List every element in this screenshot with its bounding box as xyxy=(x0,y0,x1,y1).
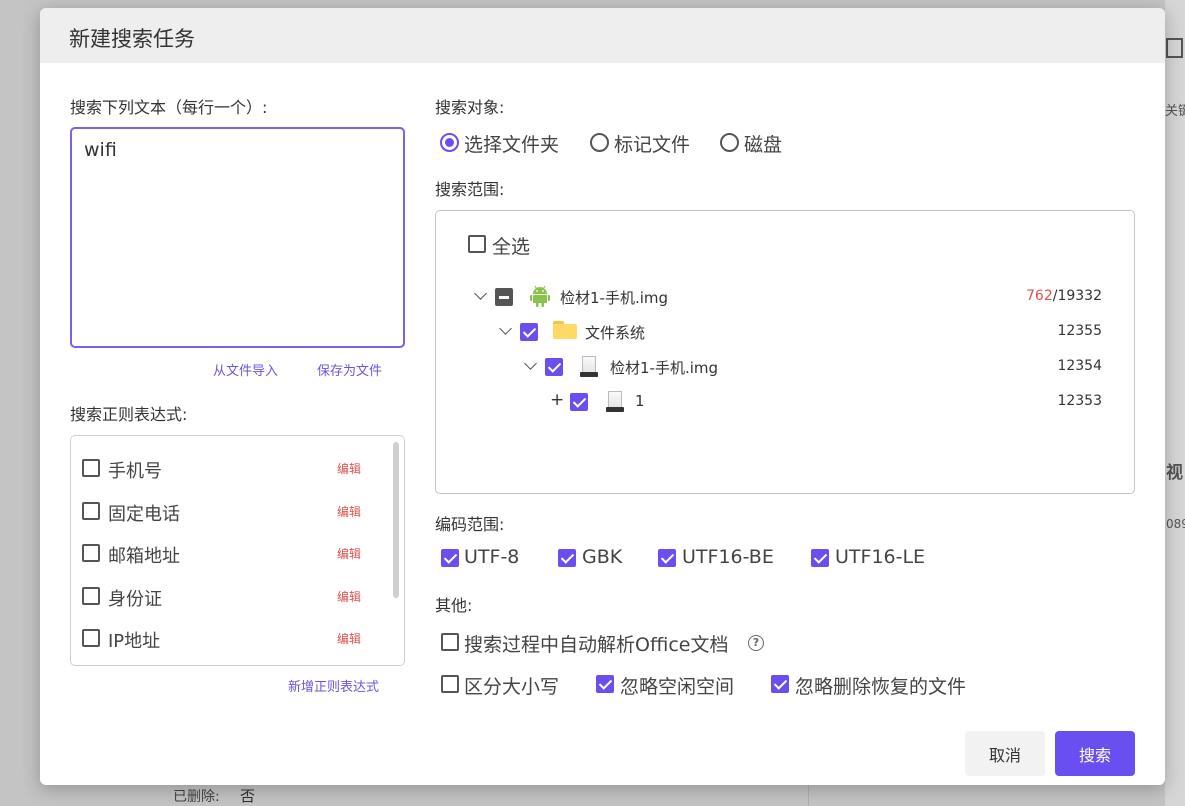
case-sensitive-checkbox[interactable] xyxy=(441,675,459,693)
disk-icon xyxy=(606,391,624,412)
tree-node-image-partition-label[interactable]: 检材1-手机.img xyxy=(610,357,718,378)
tree-checkbox-filesystem[interactable] xyxy=(520,323,538,341)
total-count: /19332 xyxy=(1052,288,1102,304)
tree-checkbox-partition-1[interactable] xyxy=(570,393,588,411)
background-fragment-view: 视 xyxy=(1166,463,1183,483)
encoding-utf8-checkbox[interactable] xyxy=(441,549,459,567)
search-text-input[interactable] xyxy=(70,127,405,348)
radio-marked-files-label[interactable]: 标记文件 xyxy=(614,130,690,157)
regex-item-landline[interactable]: 固定电话 编辑 xyxy=(82,500,382,525)
chevron-down-icon[interactable] xyxy=(499,322,512,335)
regex-item-label: 邮箱地址 xyxy=(108,546,180,567)
other-label: 其他: xyxy=(435,596,473,615)
encoding-utf8-label[interactable]: UTF-8 xyxy=(464,546,519,568)
select-all-label[interactable]: 全选 xyxy=(492,232,530,259)
regex-checkbox[interactable] xyxy=(82,629,100,647)
encoding-label: 编码范围: xyxy=(435,515,505,534)
dialog-title: 新建搜索任务 xyxy=(69,27,195,51)
encoding-gbk-label[interactable]: GBK xyxy=(582,546,622,568)
regex-checkbox[interactable] xyxy=(82,459,100,477)
tree-node-image-label[interactable]: 检材1-手机.img xyxy=(560,287,668,308)
office-parse-label[interactable]: 搜索过程中自动解析Office文档 xyxy=(464,630,728,657)
tree-node-image-partition-count: 12354 xyxy=(1057,358,1102,374)
encoding-utf16be-label[interactable]: UTF16-BE xyxy=(682,546,774,568)
radio-select-folder-label[interactable]: 选择文件夹 xyxy=(464,130,559,157)
disk-icon xyxy=(580,356,598,377)
regex-item-ip[interactable]: IP地址 编辑 xyxy=(82,627,382,652)
expand-plus-icon[interactable]: + xyxy=(550,390,564,410)
regex-edit-link[interactable]: 编辑 xyxy=(337,503,361,520)
regex-list: 手机号 编辑 固定电话 编辑 邮箱地址 编辑 身份证 编辑 IP地址 编辑 xyxy=(70,435,405,666)
encoding-utf16le-label[interactable]: UTF16-LE xyxy=(835,546,925,568)
radio-disk[interactable] xyxy=(720,133,739,152)
regex-checkbox[interactable] xyxy=(82,502,100,520)
save-to-file-link[interactable]: 保存为文件 xyxy=(317,360,382,379)
regex-item-label: IP地址 xyxy=(108,631,161,652)
search-target-label: 搜索对象: xyxy=(435,98,505,117)
office-parse-checkbox[interactable] xyxy=(441,633,459,651)
add-regex-link[interactable]: 新增正则表达式 xyxy=(288,676,379,695)
regex-scrollbar[interactable] xyxy=(393,442,399,598)
select-all-checkbox[interactable] xyxy=(468,235,486,253)
encoding-utf16be-checkbox[interactable] xyxy=(658,549,676,567)
regex-label: 搜索正则表达式: xyxy=(70,405,188,424)
search-text-label: 搜索下列文本（每行一个）: xyxy=(70,98,268,117)
regex-edit-link[interactable]: 编辑 xyxy=(337,460,361,477)
scope-tree: 全选 检材1-手机.img 762/19332 文件系统 12355 检材1-手… xyxy=(435,210,1135,494)
regex-item-label: 固定电话 xyxy=(108,504,180,525)
tree-node-filesystem-count: 12355 xyxy=(1057,323,1102,339)
radio-select-folder[interactable] xyxy=(440,133,459,152)
tree-node-partition-1-count: 12353 xyxy=(1057,393,1102,409)
regex-item-email[interactable]: 邮箱地址 编辑 xyxy=(82,542,382,567)
android-icon xyxy=(530,285,550,307)
folder-icon xyxy=(553,321,577,339)
background-deleted-label: 已删除: xyxy=(173,789,220,805)
encoding-utf16le-checkbox[interactable] xyxy=(811,549,829,567)
radio-disk-label[interactable]: 磁盘 xyxy=(744,130,782,157)
regex-edit-link[interactable]: 编辑 xyxy=(337,588,361,605)
regex-edit-link[interactable]: 编辑 xyxy=(337,630,361,647)
background-right-pane xyxy=(1165,0,1185,806)
background-checkbox xyxy=(1166,38,1183,58)
regex-checkbox[interactable] xyxy=(82,544,100,562)
regex-checkbox[interactable] xyxy=(82,587,100,605)
chevron-down-icon[interactable] xyxy=(524,357,537,370)
hit-count: 762 xyxy=(1026,288,1053,304)
search-button[interactable]: 搜索 xyxy=(1055,731,1135,776)
background-fragment-keyword: 关键 xyxy=(1165,104,1185,119)
regex-item-phone[interactable]: 手机号 编辑 xyxy=(82,457,382,482)
tree-node-filesystem-label[interactable]: 文件系统 xyxy=(585,322,645,343)
chevron-down-icon[interactable] xyxy=(474,287,487,300)
regex-item-label: 手机号 xyxy=(108,461,162,482)
cancel-button[interactable]: 取消 xyxy=(965,731,1045,776)
tree-checkbox-image[interactable] xyxy=(495,288,513,306)
ignore-free-space-label[interactable]: 忽略空闲空间 xyxy=(620,672,734,699)
import-from-file-link[interactable]: 从文件导入 xyxy=(213,360,278,379)
search-scope-label: 搜索范围: xyxy=(435,180,505,199)
ignore-free-space-checkbox[interactable] xyxy=(596,675,614,693)
regex-edit-link[interactable]: 编辑 xyxy=(337,545,361,562)
background-divider xyxy=(808,785,809,806)
help-icon[interactable]: ? xyxy=(748,635,764,651)
case-sensitive-label[interactable]: 区分大小写 xyxy=(464,672,559,699)
dialog-header: 新建搜索任务 xyxy=(40,8,1165,63)
radio-marked-files[interactable] xyxy=(590,133,609,152)
new-search-task-dialog: 新建搜索任务 搜索下列文本（每行一个）: 从文件导入 保存为文件 搜索正则表达式… xyxy=(40,8,1165,785)
encoding-gbk-checkbox[interactable] xyxy=(558,549,576,567)
tree-node-partition-1-label[interactable]: 1 xyxy=(635,392,645,410)
background-fragment-number: 089 xyxy=(1166,517,1185,531)
tree-node-image-count: 762/19332 xyxy=(982,288,1102,304)
background-deleted-value: 否 xyxy=(240,787,256,805)
regex-item-label: 身份证 xyxy=(108,589,162,610)
ignore-deleted-checkbox[interactable] xyxy=(771,675,789,693)
regex-item-id-card[interactable]: 身份证 编辑 xyxy=(82,585,382,610)
ignore-deleted-label[interactable]: 忽略删除恢复的文件 xyxy=(795,672,966,699)
tree-checkbox-image-partition[interactable] xyxy=(545,358,563,376)
